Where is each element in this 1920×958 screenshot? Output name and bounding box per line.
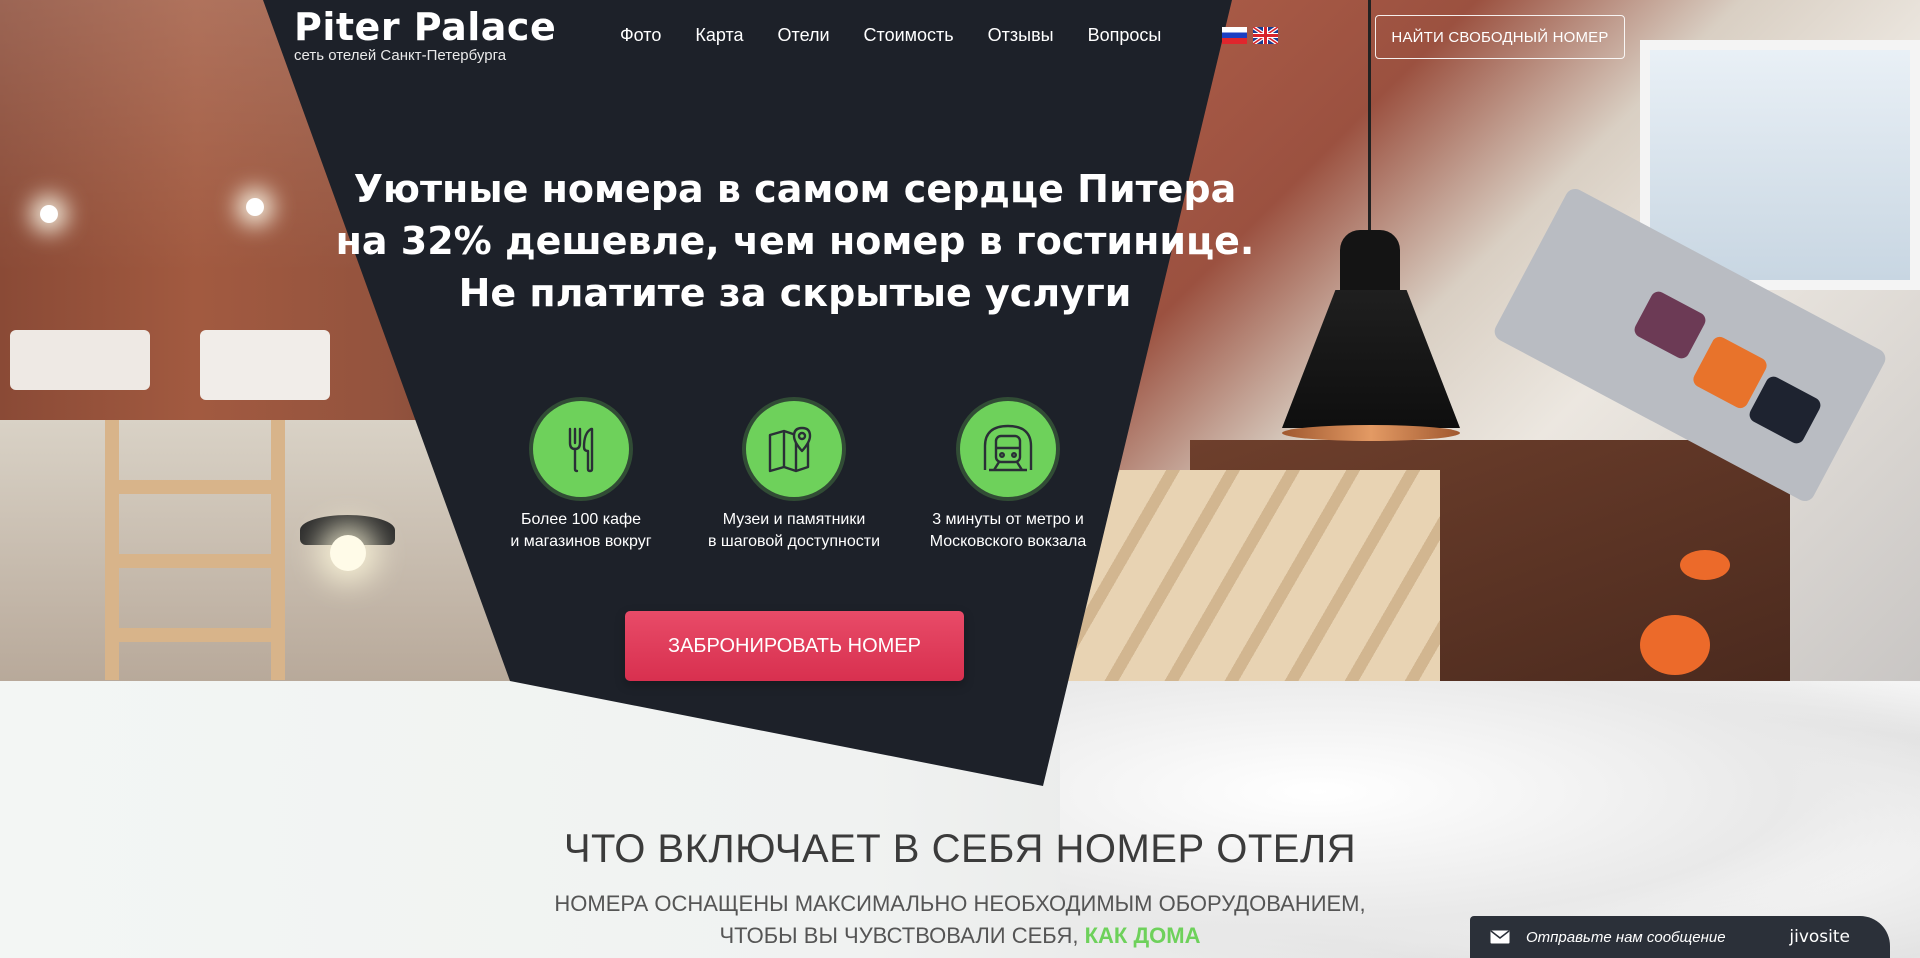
envelope-icon: [1490, 930, 1510, 944]
feature-cafes-line-2: и магазинов вокруг: [510, 533, 652, 550]
map-pin-icon: [746, 401, 842, 497]
feature-cafes-line-1: Более 100 кафе: [520, 511, 642, 528]
section-subtitle-highlight: КАК ДОМА: [1084, 923, 1201, 948]
headline-line-1: Уютные номера в самом сердце Питера: [353, 167, 1237, 211]
feature-museums: Музеи и памятники в шаговой доступности: [684, 401, 904, 553]
feature-museums-line-1: Музеи и памятники: [722, 511, 866, 528]
hero-photo-left: [0, 0, 560, 681]
feature-metro-line-1: 3 минуты от метро и: [932, 511, 1084, 528]
chat-widget[interactable]: Отправьте нам сообщение jivosite: [1470, 916, 1890, 958]
book-room-button[interactable]: ЗАБРОНИРОВАТЬ НОМЕР: [625, 611, 964, 681]
fork-knife-icon: [533, 401, 629, 497]
headline-line-2: на 32% дешевле, чем номер в гостинице.: [335, 219, 1255, 263]
headline-line-3: Не платите за скрытые услуги: [458, 271, 1132, 315]
section-title: ЧТО ВКЛЮЧАЕТ В СЕБЯ НОМЕР ОТЕЛЯ: [563, 827, 1357, 871]
logo-subtitle: сеть отелей Санкт-Петербурга: [294, 47, 507, 64]
nav-item-photo[interactable]: Фото: [620, 24, 661, 46]
logo[interactable]: Piter Palace сеть отелей Санкт-Петербург…: [294, 4, 556, 64]
russian-flag-icon[interactable]: [1222, 27, 1247, 44]
nav-item-price[interactable]: Стоимость: [864, 24, 954, 46]
feature-museums-line-2: в шаговой доступности: [707, 533, 881, 550]
metro-train-icon: [960, 401, 1056, 497]
language-switcher: [1222, 27, 1278, 44]
section-subtitle-line-2-text: ЧТОБЫ ВЫ ЧУВСТВОВАЛИ СЕБЯ,: [719, 923, 1079, 948]
feature-cafes: Более 100 кафе и магазинов вокруг: [471, 401, 691, 553]
feature-metro: 3 минуты от метро и Московского вокзала: [898, 401, 1118, 553]
jivosite-logo: jivosite: [1789, 927, 1850, 947]
hero-photo-right: [1040, 0, 1920, 681]
nav-item-map[interactable]: Карта: [695, 24, 743, 46]
hero-headline: Уютные номера в самом сердце Питера на 3…: [290, 163, 1300, 319]
find-room-button[interactable]: НАЙТИ СВОБОДНЫЙ НОМЕР: [1375, 15, 1625, 59]
nav-item-faq[interactable]: Вопросы: [1088, 24, 1162, 46]
logo-title: Piter Palace: [294, 5, 557, 49]
main-nav: Фото Карта Отели Стоимость Отзывы Вопрос…: [620, 24, 1195, 46]
uk-flag-icon[interactable]: [1253, 27, 1278, 44]
hero-section: [0, 0, 1920, 681]
nav-item-hotels[interactable]: Отели: [778, 24, 830, 46]
feature-metro-line-2: Московского вокзала: [929, 533, 1087, 550]
nav-item-reviews[interactable]: Отзывы: [988, 24, 1054, 46]
chat-message: Отправьте нам сообщение: [1526, 928, 1726, 946]
